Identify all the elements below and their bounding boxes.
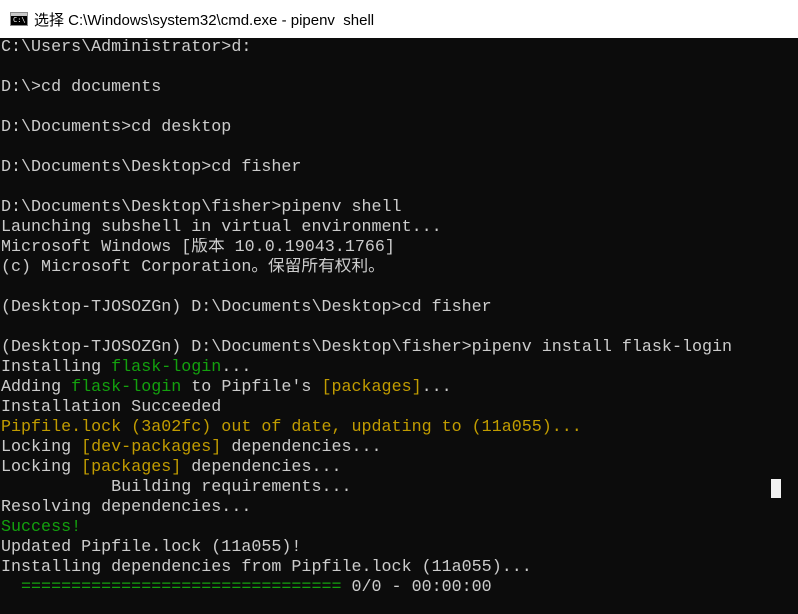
console-line: C:\Users\Administrator>d: <box>1 38 769 58</box>
console-line: Resolving dependencies... <box>1 498 769 518</box>
console-line: (Desktop-TJOSOZGn) D:\Documents\Desktop\… <box>1 338 769 358</box>
console-line: ================================ 0/0 - 0… <box>1 578 769 598</box>
console-text-segment: dependencies... <box>221 438 382 457</box>
window-title: 选择 C:\Windows\system32\cmd.exe - pipenv … <box>34 11 375 29</box>
console-text-segment: C:\Users\Administrator>d: <box>1 38 252 57</box>
cmd-window: C:\ 选择 C:\Windows\system32\cmd.exe - pip… <box>0 0 798 614</box>
console-text-segment: [packages] <box>81 458 182 477</box>
console-line: Installing flask-login... <box>1 358 769 378</box>
console-text-segment: Installing dependencies from Pipfile.loc… <box>1 558 532 577</box>
console-line: Installing dependencies from Pipfile.loc… <box>1 558 769 578</box>
console-text-segment: D:\Documents\Desktop\fisher>pipenv shell <box>1 198 402 217</box>
title-bar[interactable]: C:\ 选择 C:\Windows\system32\cmd.exe - pip… <box>0 0 798 38</box>
console-line: Locking [packages] dependencies... <box>1 458 769 478</box>
console-text-segment: to Pipfile's <box>181 378 322 397</box>
console-text-segment: Adding <box>1 378 72 397</box>
console-text-segment: Building requirements... <box>1 478 352 497</box>
console-text-segment: flask-login <box>111 358 222 377</box>
console-text-segment: Installation Succeeded <box>1 398 222 417</box>
console-text-segment: ... <box>421 378 452 397</box>
console-text-segment: Resolving dependencies... <box>1 498 252 517</box>
text-cursor <box>771 479 781 498</box>
console-line: D:\Documents>cd desktop <box>1 118 769 138</box>
console-line: Adding flask-login to Pipfile's [package… <box>1 378 769 398</box>
console-line: D:\Documents\Desktop>cd fisher <box>1 158 769 178</box>
console-line: Microsoft Windows [版本 10.0.19043.1766] <box>1 238 769 258</box>
console-text-segment: flask-login <box>71 378 182 397</box>
console-text-segment: [packages] <box>321 378 422 397</box>
console-text-segment: D:\Documents>cd desktop <box>1 118 232 137</box>
console-text-segment: (Desktop-TJOSOZGn) D:\Documents\Desktop\… <box>1 338 733 357</box>
console-text-segment: D:\>cd documents <box>1 78 162 97</box>
console-line: (c) Microsoft Corporation。保留所有权利。 <box>1 258 769 278</box>
console-output[interactable]: C:\Users\Administrator>d: D:\>cd documen… <box>1 38 769 598</box>
console-line: (Desktop-TJOSOZGn) D:\Documents\Desktop>… <box>1 298 769 318</box>
console-line: D:\Documents\Desktop\fisher>pipenv shell <box>1 198 769 218</box>
console-text-segment: Updated Pipfile.lock (11a055)! <box>1 538 302 557</box>
console-text-segment: Launching subshell in virtual environmen… <box>1 218 442 237</box>
console-text-segment: ================================ <box>1 578 342 597</box>
console-line: Locking [dev-packages] dependencies... <box>1 438 769 458</box>
console-line: Updated Pipfile.lock (11a055)! <box>1 538 769 558</box>
console-text-segment: dependencies... <box>181 458 342 477</box>
console-text-segment: ... <box>221 358 252 377</box>
console-text-segment: (c) Microsoft Corporation。保留所有权利。 <box>1 258 385 277</box>
console-text-segment: [dev-packages] <box>81 438 222 457</box>
console-line: Launching subshell in virtual environmen… <box>1 218 769 238</box>
console-line: Installation Succeeded <box>1 398 769 418</box>
console-text-segment: D:\Documents\Desktop>cd fisher <box>1 158 302 177</box>
console-text-segment: Locking <box>1 438 82 457</box>
console-line: Building requirements... <box>1 478 769 498</box>
console-text-segment: Microsoft Windows [版本 10.0.19043.1766] <box>1 238 395 257</box>
console-text-segment: (Desktop-TJOSOZGn) D:\Documents\Desktop>… <box>1 298 492 317</box>
console-text-segment: Locking <box>1 458 82 477</box>
console-line: Pipfile.lock (3a02fc) out of date, updat… <box>1 418 769 438</box>
console-text-segment: Installing <box>1 358 112 377</box>
console-text-segment: 0/0 - 00:00:00 <box>341 578 492 597</box>
console-text-segment: Pipfile.lock (3a02fc) out of date, updat… <box>1 418 582 437</box>
console-line: Success! <box>1 518 769 538</box>
cmd-icon: C:\ <box>10 12 28 26</box>
console-text-segment: Success! <box>1 518 82 537</box>
console-line: D:\>cd documents <box>1 78 769 98</box>
